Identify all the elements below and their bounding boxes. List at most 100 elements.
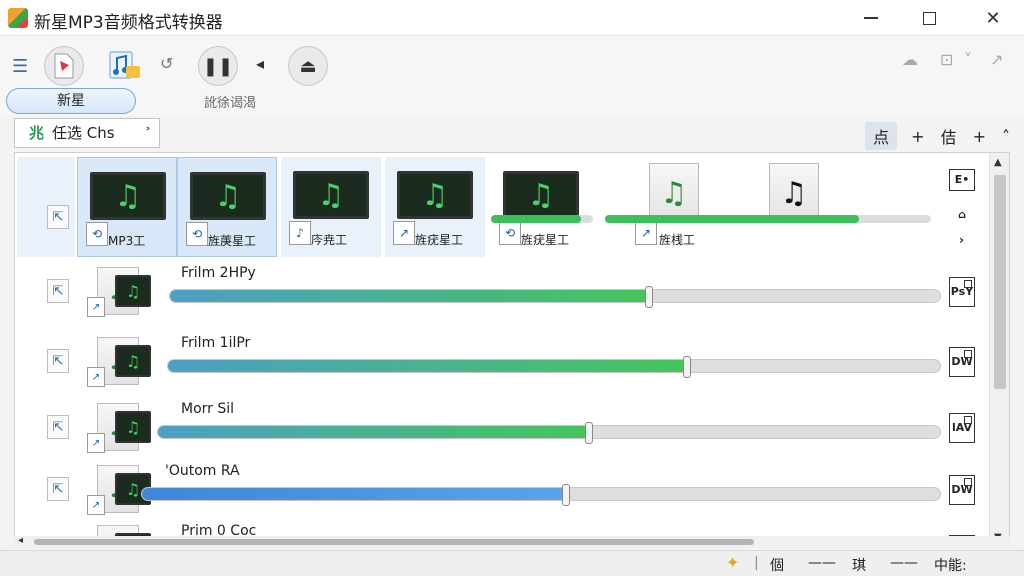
- scroll-up-icon[interactable]: ▲: [994, 157, 1002, 168]
- filter-icon: 兆: [29, 124, 45, 142]
- video-screen-icon: ♫: [115, 275, 151, 307]
- cloud-icon[interactable]: ☁: [902, 50, 918, 69]
- file-name: Morr Sil: [181, 401, 235, 417]
- scroll-thumb[interactable]: [994, 175, 1006, 389]
- pin-icon[interactable]: ⇱: [47, 477, 69, 501]
- conversion-progress-bar[interactable]: [167, 356, 941, 378]
- app-icon: [8, 8, 28, 28]
- music-folder-button[interactable]: [108, 48, 142, 86]
- output-format-icon[interactable]: lAV: [949, 413, 975, 443]
- status-dash-2: ——: [890, 555, 918, 571]
- output-format-icon[interactable]: DW: [949, 347, 975, 377]
- eject-button[interactable]: ⏏: [288, 46, 328, 86]
- filter-row: 兆任选 Chs ˃ 点 + 佶 + ˄: [14, 118, 1014, 150]
- strip-item-label: 旌疣星工: [521, 233, 570, 247]
- output-settings-button[interactable]: E•: [949, 169, 975, 191]
- maximize-button[interactable]: [906, 0, 952, 36]
- progress-knob[interactable]: [562, 484, 570, 506]
- progress-knob[interactable]: [585, 422, 593, 444]
- strip-item[interactable]: ♫ ♪ 庈尭工: [281, 157, 381, 257]
- minimize-button[interactable]: [848, 0, 894, 36]
- audio-file-icon: ♫: [649, 163, 699, 223]
- convert-badge-icon: ⟲: [186, 222, 208, 246]
- pin-icon[interactable]: ⇱: [47, 205, 69, 229]
- file-filter-dropdown[interactable]: 兆任选 Chs ˃: [14, 118, 160, 148]
- strip-item[interactable]: ♫ ↗ 旌桟工: [619, 157, 719, 257]
- strip-item-label: 庈尭工: [311, 233, 348, 247]
- add-file-button[interactable]: [44, 46, 84, 86]
- pin-icon[interactable]: ⇱: [47, 415, 69, 439]
- progress-fill: [158, 426, 589, 438]
- strip-item[interactable]: ♫: [739, 157, 839, 257]
- link-badge-icon: ↗: [87, 433, 105, 453]
- strip-progress-bar-1: [491, 215, 593, 223]
- vertical-scrollbar[interactable]: ▲ ▼: [989, 153, 1009, 547]
- strip-item[interactable]: ♫ ↗ 旌疣星工: [385, 157, 485, 257]
- lock-icon[interactable]: ⌂: [949, 205, 975, 227]
- view-option[interactable]: 佶: [941, 124, 957, 148]
- pin-icon[interactable]: ⇱: [47, 349, 69, 373]
- strip-item[interactable]: ♫ ⟲ 旌疣星工: [491, 157, 591, 257]
- progress-knob[interactable]: [645, 286, 653, 308]
- strip-pin-cell: ⇱: [17, 157, 75, 257]
- music-folder-icon: [109, 51, 140, 79]
- chevron-up-icon[interactable]: ˄: [1002, 127, 1010, 146]
- menu-icon[interactable]: ☰: [12, 56, 28, 77]
- add-view-button[interactable]: +: [911, 127, 924, 146]
- audio-badge-icon: ♪: [289, 221, 311, 245]
- status-dash-1: ——: [808, 555, 836, 571]
- video-screen-icon: ♫: [503, 171, 579, 219]
- link-badge-icon: ↗: [87, 495, 105, 515]
- video-screen-icon: ♫: [397, 171, 473, 219]
- strip-progress-fill-2: [605, 215, 860, 223]
- link-badge-icon: ↗: [87, 297, 105, 317]
- refresh-button[interactable]: ↺: [160, 54, 173, 73]
- more-icon[interactable]: ›: [959, 233, 964, 247]
- conversion-progress-bar[interactable]: [157, 422, 941, 444]
- file-row[interactable]: ⇱♫♫↗'Outom RADW: [15, 459, 995, 519]
- status-bar: ✦ | 個 —— 琪 —— 中能:: [0, 550, 1024, 576]
- video-screen-icon: ♫: [90, 172, 166, 220]
- file-row[interactable]: ⇱♫♫↗Frilm 1ilPrDW: [15, 331, 995, 391]
- add-option-button[interactable]: +: [973, 127, 986, 146]
- output-format-icon[interactable]: PsY: [949, 277, 975, 307]
- strip-item-label: 旌疣星工: [415, 233, 464, 247]
- pause-button[interactable]: ❚❚: [198, 46, 238, 86]
- scroll-left-icon[interactable]: ◂: [18, 535, 23, 546]
- status-item-1: 個: [770, 558, 784, 574]
- strip-item-label: 旌菮星工: [208, 234, 257, 248]
- output-format-icon[interactable]: DW: [949, 475, 975, 505]
- strip-item-label: MP3工: [108, 234, 146, 248]
- video-screen-icon: ♫: [115, 345, 151, 377]
- conversion-progress-bar[interactable]: [141, 484, 941, 506]
- star-icon: ✦: [726, 553, 740, 572]
- file-thumbnail: ♫♫↗: [87, 401, 153, 453]
- video-screen-icon: ♫: [115, 411, 151, 443]
- chevron-right-icon: ˃: [145, 126, 151, 140]
- conversion-progress-bar[interactable]: [169, 286, 941, 308]
- toolbar: [0, 36, 1024, 116]
- view-controls: 点 + 佶 + ˄: [865, 122, 1014, 150]
- horizontal-scroll-thumb[interactable]: [34, 539, 754, 545]
- close-button[interactable]: ✕: [970, 0, 1016, 36]
- file-name: 'Outom RA: [165, 463, 240, 479]
- horizontal-scrollbar[interactable]: ◂: [14, 535, 1010, 548]
- file-name: Frilm 1ilPr: [181, 335, 251, 351]
- strip-item[interactable]: ♫ ⟲ 旌菮星工: [177, 157, 277, 257]
- device-icon[interactable]: ⊡: [940, 50, 953, 69]
- convert-badge-icon: ⟲: [86, 222, 108, 246]
- status-item-2: 琪: [852, 558, 866, 574]
- share-icon[interactable]: ↗: [990, 50, 1003, 69]
- file-row[interactable]: ⇱♫♫↗Morr SillAV: [15, 397, 995, 457]
- strip-item[interactable]: ♫ ⟲ MP3工: [77, 157, 177, 257]
- pin-icon[interactable]: ⇱: [47, 279, 69, 303]
- prev-button[interactable]: ◂: [256, 54, 264, 73]
- progress-knob[interactable]: [683, 356, 691, 378]
- status-separator: |: [754, 555, 759, 571]
- view-mode-button[interactable]: 点: [865, 122, 898, 150]
- chevron-down-icon[interactable]: ˅: [964, 50, 972, 69]
- tab-new[interactable]: 新星: [6, 88, 136, 114]
- strip-item-label: 旌桟工: [659, 233, 696, 247]
- file-row[interactable]: ⇱♫♫↗Frilm 2HPyPsY: [15, 261, 995, 321]
- link-badge-icon: ↗: [393, 221, 415, 245]
